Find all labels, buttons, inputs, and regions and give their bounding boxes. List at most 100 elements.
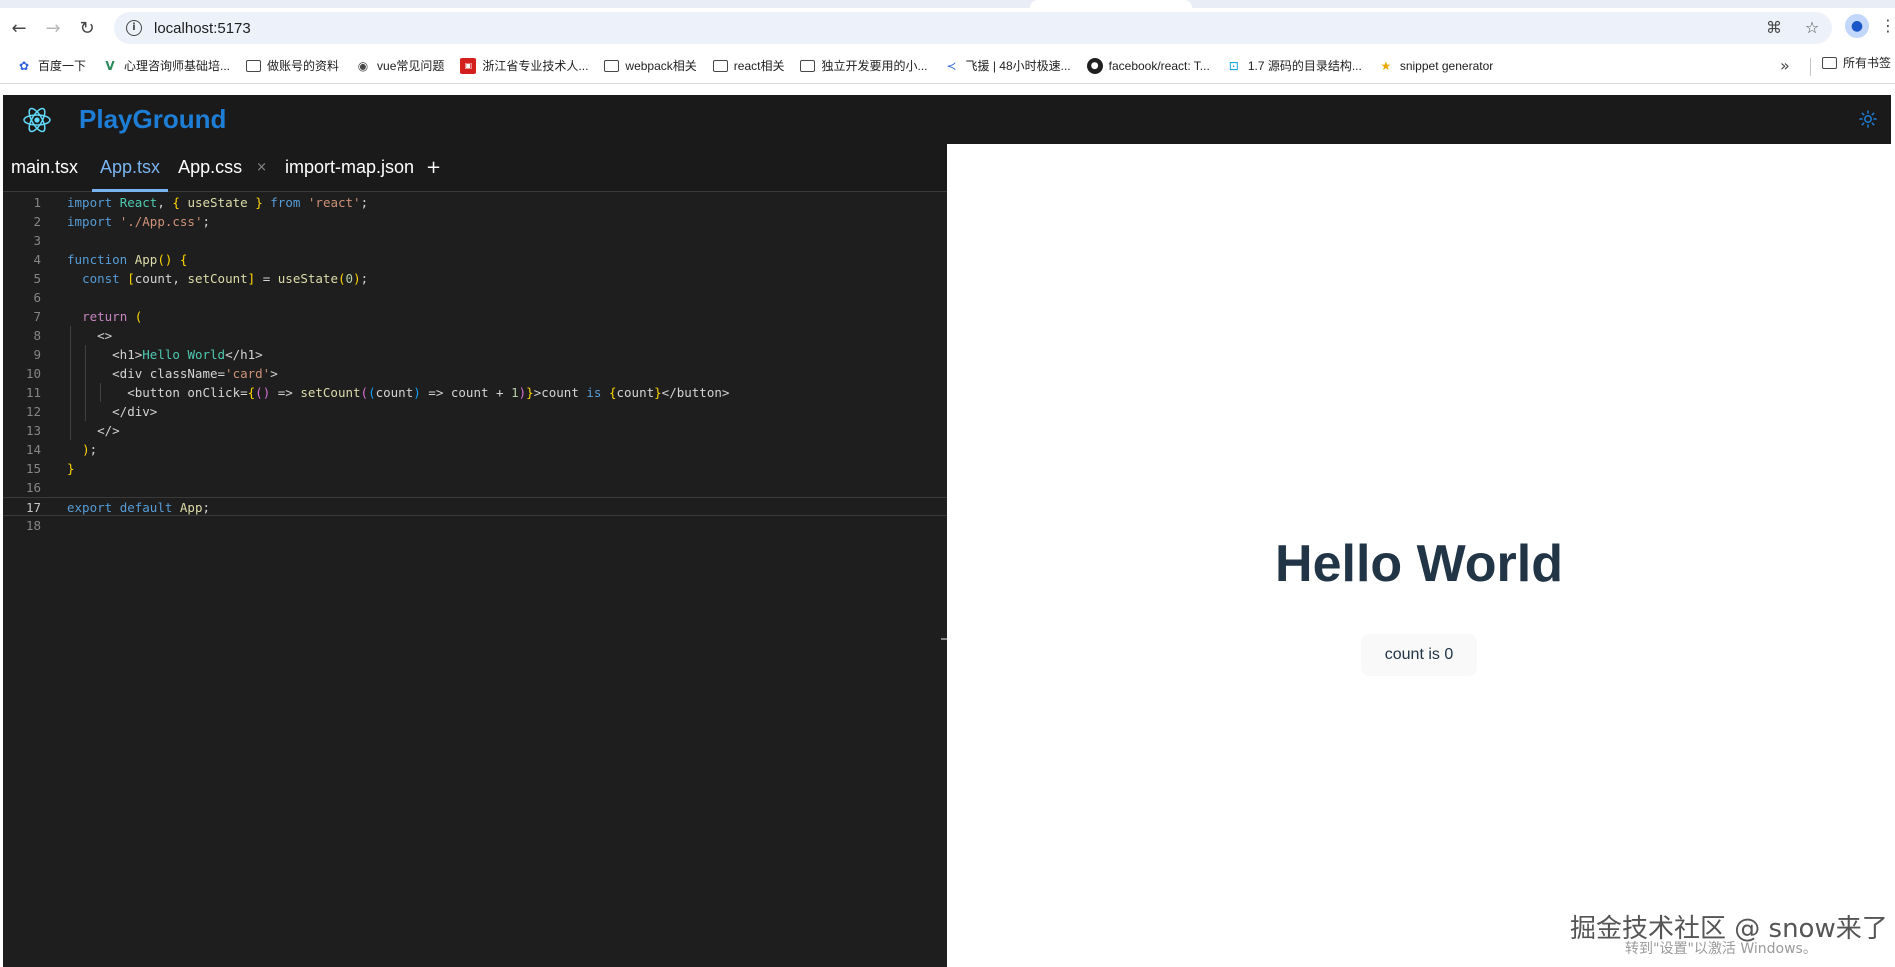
code-line[interactable]: 18 (3, 516, 947, 535)
code-text: const [count, setCount] = useState(0); (82, 271, 369, 286)
add-file-button[interactable]: + (422, 143, 445, 191)
code-line[interactable]: 9 <h1>Hello World</h1> (3, 345, 947, 364)
tab-import-map-json[interactable]: import-map.json (277, 143, 422, 191)
bookmark-item[interactable]: ● facebook/react: T... (1079, 52, 1218, 80)
url-text[interactable]: localhost:5173 (154, 20, 251, 37)
code-text: </> (67, 423, 120, 438)
code-text: import './App.css'; (67, 214, 211, 229)
globe-icon: ◉ (357, 58, 369, 73)
code-text: import React, { useState } from 'react'; (67, 195, 369, 210)
line-number: 9 (33, 347, 41, 362)
bookmark-item[interactable]: 独立开发要用的小... (792, 52, 935, 80)
baidu-icon: ✿ (18, 58, 30, 73)
bookmark-item[interactable]: 做账号的资料 (238, 52, 347, 80)
line-number: 15 (25, 461, 41, 476)
code-line[interactable]: 1 import React, { useState } from 'react'… (3, 193, 947, 212)
bookmark-item[interactable]: V 心理咨询师基础培... (94, 52, 238, 80)
code-line[interactable]: 7 return ( (3, 307, 947, 326)
folder-icon (246, 59, 262, 72)
code-line[interactable]: 4 function App() { (3, 250, 947, 269)
paper-plane-icon: ≺ (946, 58, 957, 73)
line-number: 16 (25, 480, 41, 495)
star-badge-icon: ★ (1380, 58, 1392, 73)
bookmark-item[interactable]: ✿ 百度一下 (8, 52, 94, 80)
code-text: </div> (67, 404, 158, 419)
bookmarks-bar: ✿ 百度一下 V 心理咨询师基础培... 做账号的资料 ◉ vue常见问题 ▣ 浙江省专… (0, 48, 1895, 84)
browser-toolbar: ← → ↻ i localhost:5173 ⌘ ☆ ● ⋮ (0, 8, 1895, 48)
bookmarks-overflow-icon[interactable]: » (1780, 56, 1790, 75)
line-number: 11 (25, 385, 41, 400)
folder-icon (604, 59, 620, 72)
line-number: 4 (33, 252, 41, 267)
line-number: 7 (33, 309, 41, 324)
bookmark-item[interactable]: webpack相关 (596, 52, 704, 80)
code-text: function App() { (67, 252, 188, 267)
code-line[interactable]: 3 (3, 231, 947, 250)
code-line[interactable]: 10 <div className='card'> (3, 364, 947, 383)
code-line[interactable]: 6 (3, 288, 947, 307)
browser-menu-icon[interactable]: ⋮ (1880, 16, 1895, 36)
preview-panel: Hello World count is 0 (947, 144, 1891, 967)
code-text: <> (67, 328, 113, 343)
code-line[interactable]: 12 </div> (3, 402, 947, 421)
bookmark-item[interactable]: ⊡ 1.7 源码的目录结构... (1218, 52, 1370, 80)
bookmark-item[interactable]: ◉ vue常见问题 (347, 52, 452, 80)
code-line[interactable]: 8 <> (3, 326, 947, 345)
translate-icon[interactable]: ⌘ (1764, 18, 1784, 38)
sun-theme-icon[interactable] (1859, 110, 1877, 128)
code-line[interactable]: 14 ); (3, 440, 947, 459)
line-number: 1 (33, 195, 41, 210)
reload-icon[interactable]: ↻ (70, 11, 104, 45)
code-line[interactable]: 17 export default App; (3, 497, 947, 516)
bookmarks-separator (1810, 58, 1811, 76)
code-text: ); (82, 442, 98, 457)
line-number: 10 (25, 366, 41, 381)
code-text: <h1>Hello World</h1> (67, 347, 263, 362)
line-number: 2 (33, 214, 41, 229)
folder-icon (712, 59, 728, 72)
code-line[interactable]: 11 <button onClick={() => setCount((coun… (3, 383, 947, 402)
bookmark-item[interactable]: ≺ 飞援 | 48小时极速... (936, 52, 1079, 80)
all-bookmarks-folder[interactable]: 所有书签 (1822, 54, 1891, 71)
profile-avatar-icon[interactable]: ● (1845, 14, 1869, 38)
browser-tab-strip (0, 0, 1895, 8)
line-number: 3 (33, 233, 41, 248)
code-line[interactable]: 2 import './App.css'; (3, 212, 947, 231)
browser-active-tab[interactable] (1030, 0, 1192, 8)
address-bar[interactable]: i localhost:5173 ⌘ ☆ (114, 12, 1832, 44)
tab-app-css[interactable]: App.css × (170, 143, 275, 191)
bookmark-star-icon[interactable]: ☆ (1802, 18, 1822, 38)
playground-app: PlayGround main.tsx App.tsx App.css × imp… (3, 95, 1895, 967)
line-number: 6 (33, 290, 41, 305)
red-badge-icon: ▣ (460, 57, 477, 74)
react-logo-icon (23, 107, 51, 132)
line-number: 5 (33, 271, 41, 286)
vue-icon: V (105, 58, 115, 73)
code-text: <button onClick={() => setCount((count) … (67, 385, 730, 400)
code-area[interactable]: 1 import React, { useState } from 'react'… (3, 193, 947, 967)
close-icon[interactable]: × (256, 160, 267, 175)
code-text: return ( (82, 309, 143, 324)
line-number: 12 (25, 404, 41, 419)
github-icon: ● (1086, 57, 1103, 74)
folder-icon (800, 59, 816, 72)
tab-app-tsx[interactable]: App.tsx (92, 143, 169, 192)
code-line[interactable]: 15} (3, 459, 947, 478)
line-number: 13 (25, 423, 41, 438)
code-text: <div className='card'> (67, 366, 278, 381)
code-line[interactable]: 13 </> (3, 421, 947, 440)
line-number: 8 (33, 328, 41, 343)
bookmark-item[interactable]: react相关 (705, 52, 793, 80)
back-icon[interactable]: ← (2, 11, 36, 45)
count-button[interactable]: count is 0 (1361, 634, 1477, 676)
site-info-icon[interactable]: i (126, 20, 142, 36)
code-line[interactable]: 5 const [count, setCount] = useState(0); (3, 269, 947, 288)
forward-icon[interactable]: → (36, 11, 70, 45)
app-title: PlayGround (79, 104, 227, 134)
bookmark-item[interactable]: ★ snippet generator (1370, 52, 1501, 80)
preview-heading: Hello World (1275, 535, 1563, 593)
code-line[interactable]: 16 (3, 478, 947, 497)
bookmark-item[interactable]: ▣ 浙江省专业技术人... (452, 52, 596, 80)
file-tabs: main.tsx App.tsx App.css × import-map.jso… (3, 144, 947, 192)
tab-main-tsx[interactable]: main.tsx (3, 143, 86, 191)
